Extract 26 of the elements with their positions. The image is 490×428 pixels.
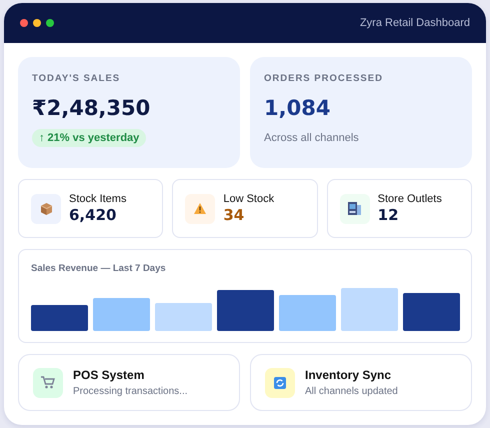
card-label: ORDERS PROCESSED: [264, 73, 384, 84]
stat-value: 6,420: [69, 206, 118, 224]
card-value: ₹2,48,350: [32, 96, 152, 120]
service-status: All channels updated: [305, 386, 398, 397]
warning-icon: [193, 202, 208, 215]
refresh-icon: [274, 376, 286, 388]
card-label: TODAY'S SALES: [32, 73, 122, 84]
stat-value: 34: [223, 206, 246, 224]
service-status: Processing transactions...: [73, 386, 188, 397]
box-icon: [40, 202, 52, 216]
stat-label: Stock Items: [69, 193, 126, 205]
cart-icon: [41, 376, 55, 389]
stat-value: 12: [378, 206, 400, 224]
minimize-dot[interactable]: [33, 19, 41, 27]
chart-title: Sales Revenue — Last 7 Days: [31, 263, 167, 274]
service-name: Inventory Sync: [305, 368, 392, 382]
service-name: POS System: [73, 368, 146, 382]
storefront-icon: [348, 202, 362, 216]
card-value: 1,084: [264, 96, 332, 120]
window-title: Zyra Retail Dashboard: [360, 17, 470, 29]
card-note: Across all channels: [264, 132, 360, 144]
maximize-dot[interactable]: [46, 19, 54, 27]
change-badge: ↑ 21% vs yesterday: [32, 129, 146, 147]
stat-label: Low Stock: [223, 193, 274, 205]
stat-label: Store Outlets: [378, 193, 442, 205]
close-dot[interactable]: [20, 19, 28, 27]
